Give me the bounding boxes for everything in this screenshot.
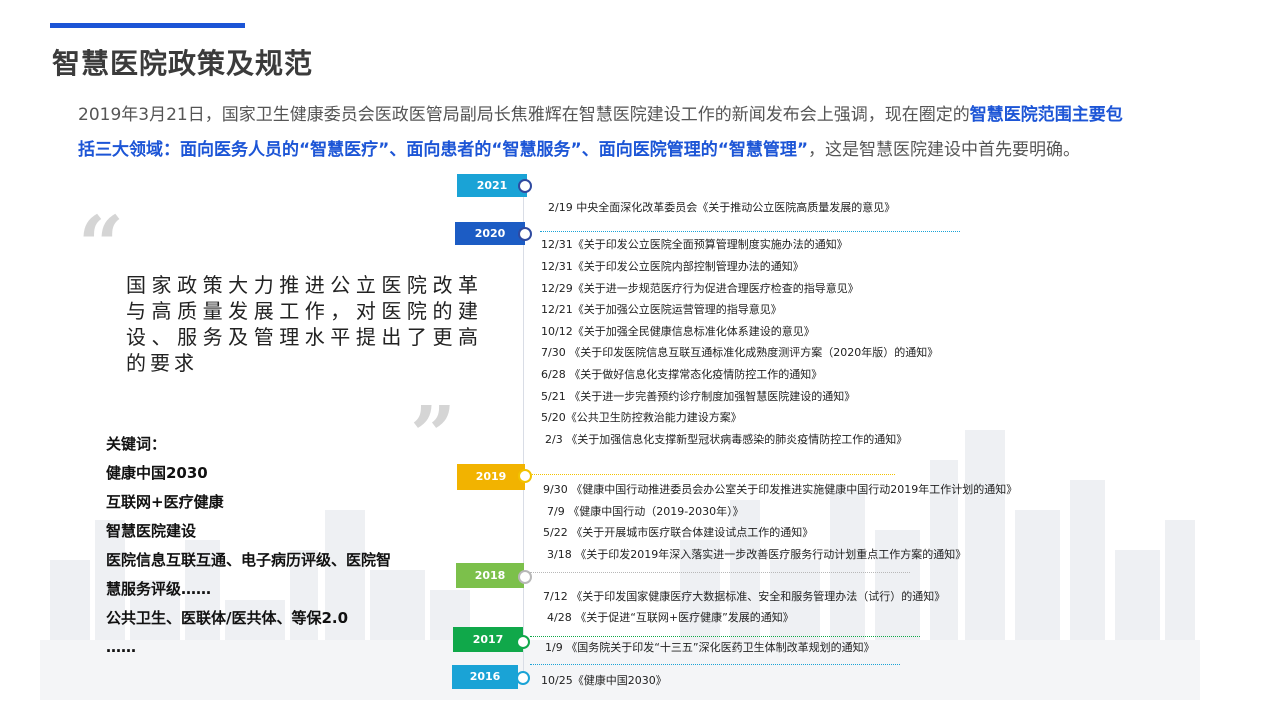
page-title: 智慧医院政策及规范 bbox=[52, 47, 314, 80]
year-node-2016 bbox=[516, 671, 530, 685]
open-quote-mark: “ bbox=[78, 198, 125, 292]
policy-item: 4/28 《关于促进“互联网+医疗健康”发展的通知》 bbox=[547, 611, 794, 624]
keywords-block: 关键词： 健康中国2030 互联网+医疗健康 智慧医院建设 医院信息互联互通、电… bbox=[106, 430, 391, 662]
policy-item: 2/3 《关于加强信息化支撑新型冠状病毒感染的肺炎疫情防控工作的通知》 bbox=[545, 433, 908, 446]
policy-item: 2/19 中央全面深化改革委员会《关于推动公立医院高质量发展的意见》 bbox=[548, 201, 896, 214]
keywords-label: 关键词： bbox=[106, 435, 167, 453]
keyword-line: 互联网+医疗健康 bbox=[106, 493, 224, 511]
year-node-2018 bbox=[518, 570, 532, 584]
separator-2017 bbox=[530, 636, 920, 637]
keyword-line: 慧服务评级…… bbox=[106, 580, 212, 598]
separator-2016 bbox=[530, 664, 900, 665]
year-badge-2016: 2016 bbox=[452, 665, 518, 689]
intro-text-part1: 2019年3月21日，国家卫生健康委员会医政医管局副局长焦雅辉在智慧医院建设工作… bbox=[78, 105, 970, 125]
keyword-line: …… bbox=[106, 638, 136, 656]
separator-2019 bbox=[530, 474, 895, 475]
keyword-line: 医院信息互联互通、电子病历评级、医院智 bbox=[106, 551, 392, 569]
keyword-line: 公共卫生、医联体/医共体、等保2.0 bbox=[106, 609, 349, 627]
policy-item: 12/31《关于印发公立医院内部控制管理办法的通知》 bbox=[541, 260, 804, 273]
year-node-2021 bbox=[518, 179, 532, 193]
policy-item: 7/30 《关于印发医院信息互联互通标准化成熟度测评方案（2020年版）的通知》 bbox=[541, 346, 939, 359]
policy-item: 12/29《关于进一步规范医疗行为促进合理医疗检查的指导意见》 bbox=[541, 282, 859, 295]
year-node-2019 bbox=[518, 469, 532, 483]
timeline-axis bbox=[523, 191, 524, 671]
policy-item: 3/18 《关于印发2019年深入落实进一步改善医疗服务行动计划重点工作方案的通… bbox=[547, 548, 967, 561]
separator-2018 bbox=[530, 572, 910, 573]
policy-item: 5/21 《关于进一步完善预约诊疗制度加强智慧医院建设的通知》 bbox=[541, 390, 856, 403]
keyword-line: 健康中国2030 bbox=[106, 464, 208, 482]
keyword-line: 智慧医院建设 bbox=[106, 522, 197, 540]
policy-item: 12/21《关于加强公立医院运营管理的指导意见》 bbox=[541, 303, 782, 316]
policy-item: 7/12 《关于印发国家健康医疗大数据标准、安全和服务管理办法（试行）的通知》 bbox=[543, 590, 946, 603]
policy-item: 6/28 《关于做好信息化支撑常态化疫情防控工作的通知》 bbox=[541, 368, 823, 381]
year-badge-2019: 2019 bbox=[457, 464, 525, 490]
year-badge-2021: 2021 bbox=[457, 174, 527, 197]
separator-2021 bbox=[540, 231, 960, 232]
year-badge-2017: 2017 bbox=[453, 627, 523, 652]
policy-item: 5/20《公共卫生防控救治能力建设方案》 bbox=[541, 411, 742, 424]
policy-item: 1/9 《国务院关于印发“十三五”深化医药卫生体制改革规划的通知》 bbox=[545, 641, 875, 654]
title-accent-bar bbox=[50, 23, 245, 28]
intro-paragraph: 2019年3月21日，国家卫生健康委员会医政医管局副局长焦雅辉在智慧医院建设工作… bbox=[78, 98, 1123, 168]
year-node-2020 bbox=[518, 227, 532, 241]
policy-item: 7/9 《健康中国行动（2019-2030年）》 bbox=[547, 505, 744, 518]
policy-item: 10/12《关于加强全民健康信息标准化体系建设的意见》 bbox=[541, 325, 815, 338]
policy-item: 10/25《健康中国2030》 bbox=[541, 674, 667, 687]
year-badge-2020: 2020 bbox=[455, 222, 525, 245]
quote-text: 国家政策大力推进公立医院改革与高质量发展工作，对医院的建设、服务及管理水平提出了… bbox=[126, 273, 482, 375]
policy-item: 12/31《关于印发公立医院全面预算管理制度实施办法的通知》 bbox=[541, 238, 848, 251]
intro-text-part2: ，这是智慧医院建设中首先要明确。 bbox=[808, 140, 1081, 160]
close-quote-mark: ” bbox=[410, 388, 457, 482]
policy-item: 9/30 《健康中国行动推进委员会办公室关于印发推进实施健康中国行动2019年工… bbox=[543, 483, 1018, 496]
year-badge-2018: 2018 bbox=[456, 563, 524, 588]
year-node-2017 bbox=[516, 635, 530, 649]
policy-item: 5/22 《关于开展城市医疗联合体建设试点工作的通知》 bbox=[543, 526, 814, 539]
